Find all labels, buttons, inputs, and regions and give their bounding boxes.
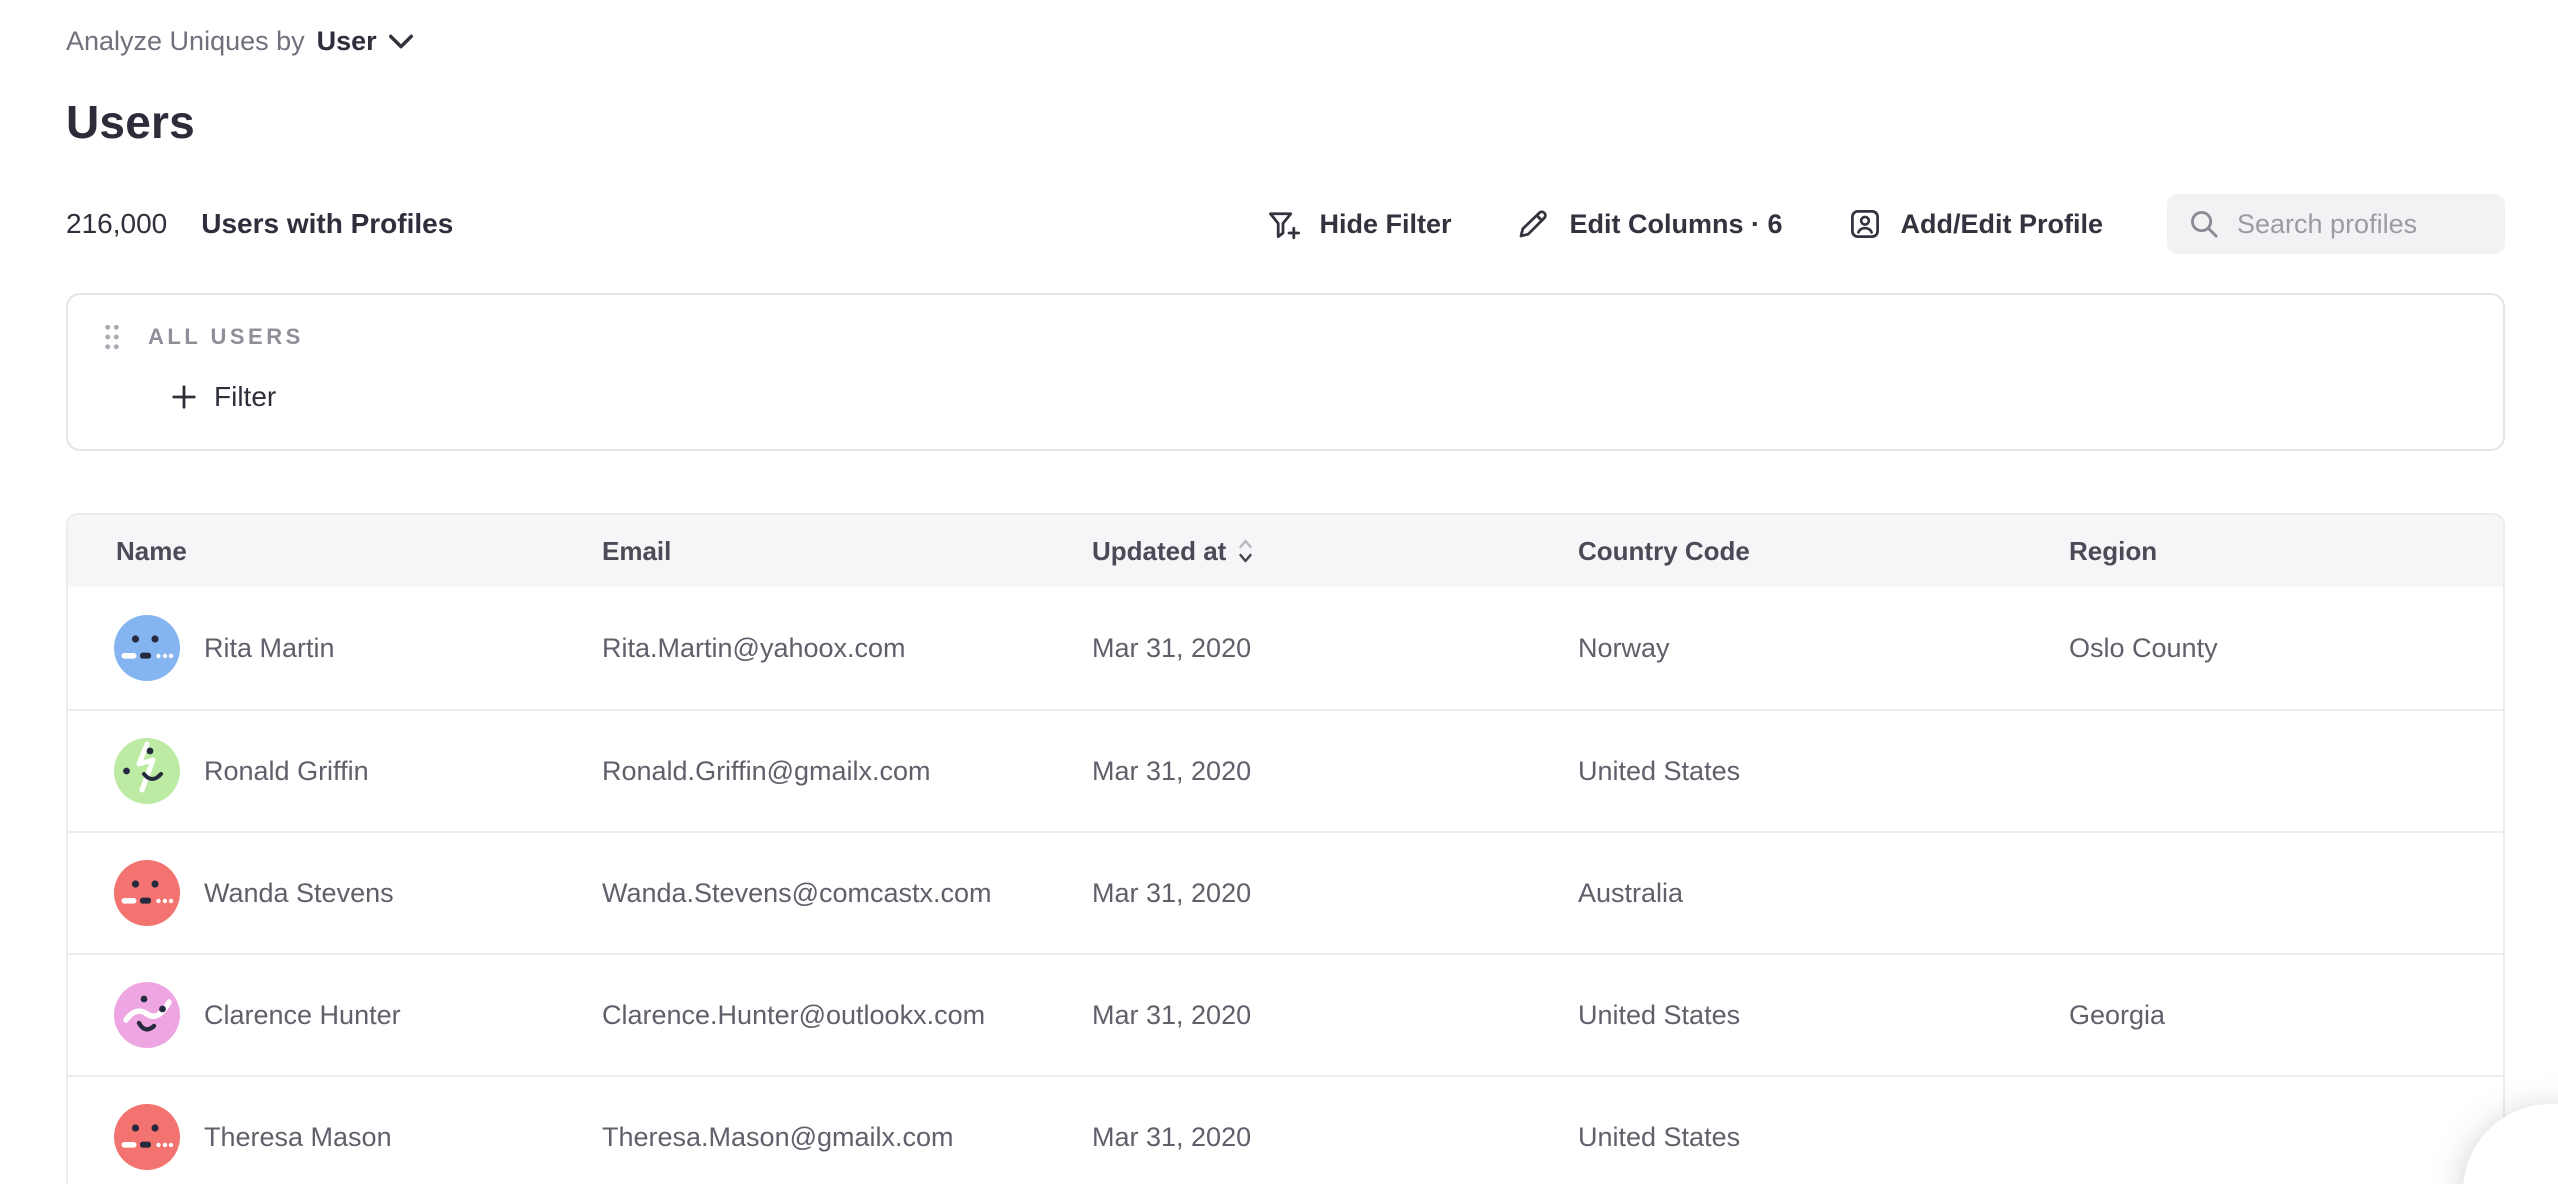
cell-country-code: United States bbox=[1578, 1122, 2069, 1153]
table-body: Rita MartinRita.Martin@yahoox.comMar 31,… bbox=[68, 587, 2503, 1184]
add-edit-profile-button[interactable]: Add/Edit Profile bbox=[1847, 206, 2104, 242]
column-header-name[interactable]: Name bbox=[68, 536, 602, 567]
cell-email: Rita.Martin@yahoox.com bbox=[602, 633, 1092, 664]
sort-arrows-icon[interactable] bbox=[1236, 536, 1255, 566]
add-filter-label: Filter bbox=[214, 381, 276, 413]
column-header-region[interactable]: Region bbox=[2069, 536, 2503, 567]
user-avatar-icon bbox=[114, 738, 180, 804]
cell-country-code: Norway bbox=[1578, 633, 2069, 664]
profile-count-label: Users with Profiles bbox=[201, 208, 453, 240]
search-icon bbox=[2187, 207, 2221, 241]
cell-updated-at: Mar 31, 2020 bbox=[1092, 756, 1578, 787]
cell-updated-at: Mar 31, 2020 bbox=[1092, 1122, 1578, 1153]
table-row[interactable]: Wanda Stevens Wanda.Stevens@comcastx.comM… bbox=[68, 831, 2503, 953]
table-row[interactable]: Rita Martin Rita.Martin@yahoox.comMar 31,… bbox=[68, 587, 2503, 709]
cell-region: Georgia bbox=[2069, 1000, 2503, 1031]
search-profiles-input[interactable] bbox=[2237, 209, 2485, 240]
users-table: Name Email Updated at Country Code Regio… bbox=[66, 513, 2505, 1184]
profile-count-number: 216,000 bbox=[66, 208, 167, 240]
table-row[interactable]: Ronald Griffin Ronald.Griffin@gmailx.comM… bbox=[68, 709, 2503, 831]
cell-name: Ronald Griffin bbox=[68, 738, 602, 804]
column-header-updated-at[interactable]: Updated at bbox=[1092, 536, 1578, 567]
column-header-email[interactable]: Email bbox=[602, 536, 1092, 567]
cell-email: Theresa.Mason@gmailx.com bbox=[602, 1122, 1092, 1153]
table-row[interactable]: Theresa Mason Theresa.Mason@gmailx.comMar… bbox=[68, 1075, 2503, 1184]
user-name: Rita Martin bbox=[204, 633, 335, 664]
column-header-updated-at-label: Updated at bbox=[1092, 536, 1226, 567]
user-name: Theresa Mason bbox=[204, 1122, 392, 1153]
stats-toolbar-row: 216,000 Users with Profiles Hide Filter … bbox=[66, 193, 2505, 255]
edit-columns-label: Edit Columns · 6 bbox=[1569, 209, 1782, 240]
cell-name: Clarence Hunter bbox=[68, 982, 602, 1048]
search-profiles-box[interactable] bbox=[2167, 194, 2505, 254]
cell-name: Theresa Mason bbox=[68, 1104, 602, 1170]
main-content: Analyze Uniques by User Users 216,000 Us… bbox=[0, 0, 2558, 1184]
user-avatar-icon bbox=[114, 1104, 180, 1170]
drag-handle-icon[interactable] bbox=[102, 323, 122, 351]
cell-region: Oslo County bbox=[2069, 633, 2503, 664]
add-filter-button[interactable]: Filter bbox=[170, 381, 276, 413]
cell-name: Rita Martin bbox=[68, 615, 602, 681]
user-name: Clarence Hunter bbox=[204, 1000, 401, 1031]
add-edit-profile-label: Add/Edit Profile bbox=[1901, 209, 2104, 240]
page-title: Users bbox=[66, 95, 2558, 149]
hide-filter-label: Hide Filter bbox=[1319, 209, 1451, 240]
table-row[interactable]: Clarence Hunter Clarence.Hunter@outlookx.… bbox=[68, 953, 2503, 1075]
filter-panel: ALL USERS Filter bbox=[66, 293, 2505, 451]
filter-group-label: ALL USERS bbox=[148, 324, 304, 350]
funnel-plus-icon bbox=[1265, 206, 1301, 242]
user-avatar-icon bbox=[114, 860, 180, 926]
pencil-icon bbox=[1515, 206, 1551, 242]
cell-updated-at: Mar 31, 2020 bbox=[1092, 633, 1578, 664]
cell-email: Wanda.Stevens@comcastx.com bbox=[602, 878, 1092, 909]
hide-filter-button[interactable]: Hide Filter bbox=[1265, 206, 1451, 242]
chevron-down-icon bbox=[389, 34, 413, 49]
analyze-bar: Analyze Uniques by User bbox=[66, 26, 2558, 57]
filter-group-header: ALL USERS bbox=[102, 323, 2503, 351]
column-header-country-code[interactable]: Country Code bbox=[1578, 536, 2069, 567]
plus-icon bbox=[170, 383, 198, 411]
user-avatar-icon bbox=[114, 615, 180, 681]
user-name: Wanda Stevens bbox=[204, 878, 394, 909]
cell-name: Wanda Stevens bbox=[68, 860, 602, 926]
profile-card-icon bbox=[1847, 206, 1883, 242]
cell-country-code: United States bbox=[1578, 1000, 2069, 1031]
cell-email: Ronald.Griffin@gmailx.com bbox=[602, 756, 1092, 787]
cell-updated-at: Mar 31, 2020 bbox=[1092, 1000, 1578, 1031]
analyze-by-value: User bbox=[317, 26, 377, 57]
cell-country-code: United States bbox=[1578, 756, 2069, 787]
analyze-by-label: Analyze Uniques by bbox=[66, 26, 305, 57]
edit-columns-button[interactable]: Edit Columns · 6 bbox=[1515, 206, 1782, 242]
cell-country-code: Australia bbox=[1578, 878, 2069, 909]
user-name: Ronald Griffin bbox=[204, 756, 369, 787]
toolbar: Hide Filter Edit Columns · 6 Add/Edit Pr… bbox=[1265, 194, 2505, 254]
analyze-by-dropdown[interactable]: User bbox=[317, 26, 413, 57]
profile-count: 216,000 Users with Profiles bbox=[66, 208, 453, 240]
cell-updated-at: Mar 31, 2020 bbox=[1092, 878, 1578, 909]
cell-email: Clarence.Hunter@outlookx.com bbox=[602, 1000, 1092, 1031]
user-avatar-icon bbox=[114, 982, 180, 1048]
table-header-row: Name Email Updated at Country Code Regio… bbox=[68, 515, 2503, 587]
